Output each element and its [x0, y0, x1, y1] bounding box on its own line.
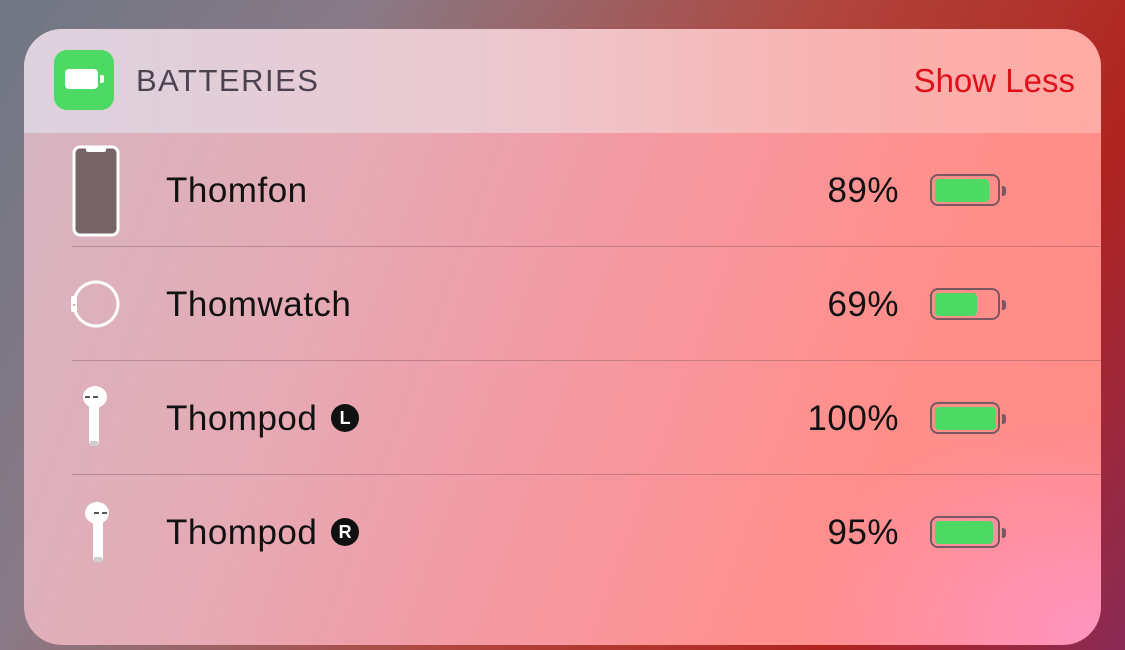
device-name: Thomfon	[166, 171, 308, 210]
side-badge-right: R	[331, 517, 360, 546]
device-row-thomfon: Thomfon 89%	[24, 133, 1101, 247]
device-row-thompod-left: Thompod L 100%	[24, 361, 1101, 475]
battery-percent: 69%	[827, 285, 899, 324]
device-name: Thomwatch	[166, 285, 352, 324]
battery-indicator	[930, 402, 1006, 435]
show-less-button[interactable]: Show Less	[914, 62, 1075, 100]
device-name: Thompod L	[166, 399, 360, 439]
battery-percent: 100%	[807, 399, 899, 438]
widget-title: BATTERIES	[136, 63, 320, 98]
device-row-thompod-right: Thompod R 95%	[24, 475, 1101, 589]
iphone-icon	[72, 145, 120, 237]
device-name: Thompod R	[166, 513, 360, 553]
battery-indicator	[930, 516, 1006, 549]
battery-percent: 89%	[827, 171, 899, 210]
battery-app-icon	[54, 50, 114, 110]
watch-icon	[71, 280, 120, 328]
airpod-left-icon	[83, 386, 107, 446]
side-badge-left: L	[331, 403, 360, 432]
airpod-right-icon	[85, 502, 109, 562]
widget-header: BATTERIES Show Less	[24, 29, 1101, 133]
battery-indicator	[930, 288, 1006, 321]
battery-percent: 95%	[827, 513, 899, 552]
battery-indicator	[930, 174, 1006, 207]
batteries-widget: BATTERIES Show Less Thomfon 89% Thomwatc…	[24, 29, 1101, 645]
device-row-thomwatch: Thomwatch 69%	[24, 247, 1101, 361]
